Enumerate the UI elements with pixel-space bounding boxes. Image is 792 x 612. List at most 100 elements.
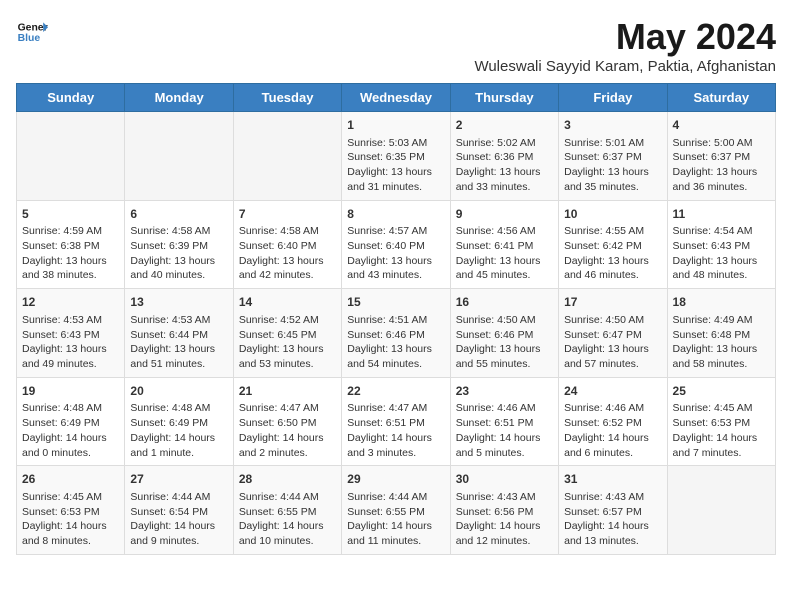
day-info: Sunrise: 5:01 AM: [564, 136, 661, 151]
day-info: Sunrise: 4:52 AM: [239, 313, 336, 328]
calendar-cell: 8Sunrise: 4:57 AMSunset: 6:40 PMDaylight…: [342, 200, 450, 289]
day-number: 31: [564, 471, 661, 488]
day-info: Sunset: 6:40 PM: [347, 239, 444, 254]
day-info: Sunrise: 4:50 AM: [456, 313, 553, 328]
day-info: Sunset: 6:56 PM: [456, 505, 553, 520]
calendar-cell: [233, 112, 341, 201]
day-number: 15: [347, 294, 444, 311]
day-info: Daylight: 13 hours and 43 minutes.: [347, 254, 444, 283]
day-number: 17: [564, 294, 661, 311]
day-info: Daylight: 13 hours and 49 minutes.: [22, 342, 119, 371]
day-info: Sunset: 6:41 PM: [456, 239, 553, 254]
day-info: Sunrise: 4:58 AM: [239, 224, 336, 239]
day-info: Sunset: 6:43 PM: [673, 239, 770, 254]
calendar-cell: 22Sunrise: 4:47 AMSunset: 6:51 PMDayligh…: [342, 377, 450, 466]
calendar-row: 1Sunrise: 5:03 AMSunset: 6:35 PMDaylight…: [17, 112, 776, 201]
day-number: 24: [564, 383, 661, 400]
day-info: Daylight: 14 hours and 11 minutes.: [347, 519, 444, 548]
day-info: Sunset: 6:46 PM: [456, 328, 553, 343]
day-info: Sunrise: 5:00 AM: [673, 136, 770, 151]
header-cell-saturday: Saturday: [667, 84, 775, 112]
day-number: 27: [130, 471, 227, 488]
day-info: Sunset: 6:54 PM: [130, 505, 227, 520]
day-info: Sunset: 6:53 PM: [673, 416, 770, 431]
day-info: Sunrise: 4:46 AM: [564, 401, 661, 416]
calendar-cell: 23Sunrise: 4:46 AMSunset: 6:51 PMDayligh…: [450, 377, 558, 466]
day-info: Sunset: 6:51 PM: [456, 416, 553, 431]
header-cell-monday: Monday: [125, 84, 233, 112]
calendar-cell: 21Sunrise: 4:47 AMSunset: 6:50 PMDayligh…: [233, 377, 341, 466]
day-info: Daylight: 14 hours and 12 minutes.: [456, 519, 553, 548]
calendar-cell: [17, 112, 125, 201]
day-number: 5: [22, 206, 119, 223]
day-info: Sunset: 6:37 PM: [564, 150, 661, 165]
day-number: 3: [564, 117, 661, 134]
day-number: 19: [22, 383, 119, 400]
day-info: Daylight: 13 hours and 57 minutes.: [564, 342, 661, 371]
day-info: Daylight: 14 hours and 5 minutes.: [456, 431, 553, 460]
day-info: Sunset: 6:50 PM: [239, 416, 336, 431]
calendar-cell: 14Sunrise: 4:52 AMSunset: 6:45 PMDayligh…: [233, 289, 341, 378]
day-info: Daylight: 14 hours and 9 minutes.: [130, 519, 227, 548]
day-info: Sunset: 6:38 PM: [22, 239, 119, 254]
day-info: Daylight: 13 hours and 33 minutes.: [456, 165, 553, 194]
calendar-cell: [667, 466, 775, 555]
day-info: Sunrise: 4:45 AM: [22, 490, 119, 505]
day-number: 6: [130, 206, 227, 223]
day-info: Daylight: 13 hours and 53 minutes.: [239, 342, 336, 371]
day-info: Sunset: 6:46 PM: [347, 328, 444, 343]
day-number: 16: [456, 294, 553, 311]
day-info: Sunrise: 4:43 AM: [564, 490, 661, 505]
day-info: Sunset: 6:57 PM: [564, 505, 661, 520]
day-info: Sunrise: 4:48 AM: [22, 401, 119, 416]
day-info: Sunset: 6:37 PM: [673, 150, 770, 165]
header-row: SundayMondayTuesdayWednesdayThursdayFrid…: [17, 84, 776, 112]
calendar-cell: 31Sunrise: 4:43 AMSunset: 6:57 PMDayligh…: [559, 466, 667, 555]
day-info: Sunrise: 4:46 AM: [456, 401, 553, 416]
calendar-cell: 6Sunrise: 4:58 AMSunset: 6:39 PMDaylight…: [125, 200, 233, 289]
header-cell-wednesday: Wednesday: [342, 84, 450, 112]
day-info: Sunset: 6:55 PM: [239, 505, 336, 520]
day-number: 13: [130, 294, 227, 311]
calendar-cell: 3Sunrise: 5:01 AMSunset: 6:37 PMDaylight…: [559, 112, 667, 201]
header-cell-thursday: Thursday: [450, 84, 558, 112]
day-number: 22: [347, 383, 444, 400]
day-info: Daylight: 14 hours and 3 minutes.: [347, 431, 444, 460]
day-info: Sunrise: 4:47 AM: [347, 401, 444, 416]
calendar-cell: [125, 112, 233, 201]
day-info: Daylight: 13 hours and 31 minutes.: [347, 165, 444, 194]
day-info: Sunset: 6:55 PM: [347, 505, 444, 520]
day-number: 4: [673, 117, 770, 134]
day-info: Sunset: 6:48 PM: [673, 328, 770, 343]
day-info: Sunset: 6:40 PM: [239, 239, 336, 254]
day-info: Sunrise: 4:58 AM: [130, 224, 227, 239]
day-number: 18: [673, 294, 770, 311]
day-info: Sunrise: 4:50 AM: [564, 313, 661, 328]
day-info: Daylight: 13 hours and 55 minutes.: [456, 342, 553, 371]
calendar-cell: 25Sunrise: 4:45 AMSunset: 6:53 PMDayligh…: [667, 377, 775, 466]
day-info: Sunset: 6:47 PM: [564, 328, 661, 343]
calendar-cell: 30Sunrise: 4:43 AMSunset: 6:56 PMDayligh…: [450, 466, 558, 555]
day-number: 20: [130, 383, 227, 400]
calendar-cell: 15Sunrise: 4:51 AMSunset: 6:46 PMDayligh…: [342, 289, 450, 378]
day-info: Daylight: 14 hours and 7 minutes.: [673, 431, 770, 460]
day-info: Daylight: 14 hours and 8 minutes.: [22, 519, 119, 548]
day-number: 10: [564, 206, 661, 223]
header-cell-sunday: Sunday: [17, 84, 125, 112]
day-info: Sunrise: 4:43 AM: [456, 490, 553, 505]
day-info: Sunrise: 4:57 AM: [347, 224, 444, 239]
calendar-cell: 17 Sunrise: 4:50 AMSunset: 6:47 PMDayligh…: [559, 289, 667, 378]
calendar-cell: 12Sunrise: 4:53 AMSunset: 6:43 PMDayligh…: [17, 289, 125, 378]
day-info: Sunrise: 4:48 AM: [130, 401, 227, 416]
calendar-row: 12Sunrise: 4:53 AMSunset: 6:43 PMDayligh…: [17, 289, 776, 378]
calendar-cell: 13Sunrise: 4:53 AMSunset: 6:44 PMDayligh…: [125, 289, 233, 378]
svg-text:Blue: Blue: [18, 33, 41, 44]
logo: General Blue: [16, 16, 48, 48]
calendar-cell: 10Sunrise: 4:55 AMSunset: 6:42 PMDayligh…: [559, 200, 667, 289]
day-number: 2: [456, 117, 553, 134]
day-info: Daylight: 14 hours and 1 minute.: [130, 431, 227, 460]
day-info: Sunset: 6:39 PM: [130, 239, 227, 254]
day-info: Daylight: 14 hours and 0 minutes.: [22, 431, 119, 460]
header-cell-friday: Friday: [559, 84, 667, 112]
header-cell-tuesday: Tuesday: [233, 84, 341, 112]
